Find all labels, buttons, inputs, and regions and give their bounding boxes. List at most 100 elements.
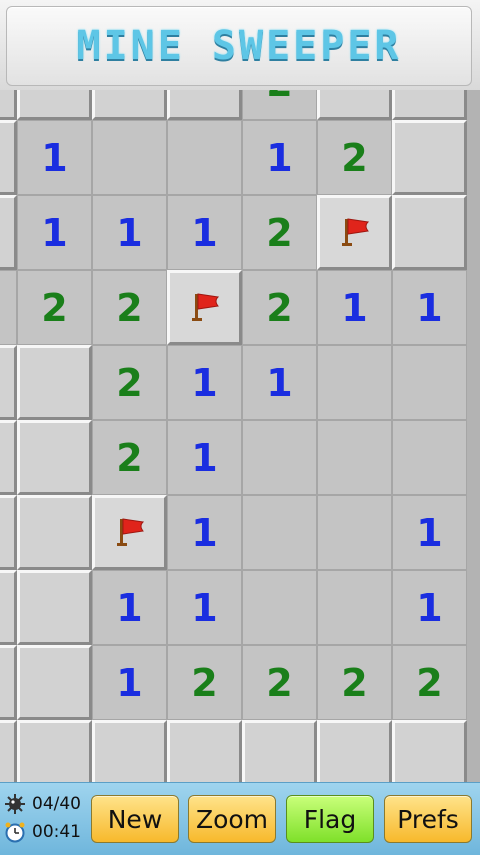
- board-cell-hidden[interactable]: [317, 90, 392, 120]
- mine-counter: 04/40: [4, 793, 81, 815]
- cell-number: 2: [266, 285, 293, 330]
- board-cell-number[interactable]: 1: [17, 120, 92, 195]
- board-cell-number[interactable]: 2: [242, 645, 317, 720]
- board-cell-hidden[interactable]: [0, 420, 17, 495]
- cell-number: 1: [116, 660, 143, 705]
- board-cell-hidden[interactable]: [17, 720, 92, 782]
- game-board[interactable]: 2112111222211211211111112222: [0, 90, 480, 782]
- cell-number: 2: [416, 660, 443, 705]
- cell-number: 1: [416, 585, 443, 630]
- cell-number: 2: [243, 90, 316, 119]
- board-cell-flagged[interactable]: [317, 195, 392, 270]
- board-cell-empty[interactable]: [317, 345, 392, 420]
- flag-mode-button[interactable]: Flag: [286, 795, 374, 843]
- board-cell-hidden[interactable]: [17, 345, 92, 420]
- board-cell-flagged[interactable]: [167, 270, 242, 345]
- board-cell-empty[interactable]: [392, 420, 467, 495]
- board-cell-flagged[interactable]: [92, 495, 167, 570]
- board-cell-empty[interactable]: [0, 270, 17, 345]
- cell-number: 1: [191, 360, 218, 405]
- cell-number: 1: [341, 285, 368, 330]
- board-cell-hidden[interactable]: [0, 495, 17, 570]
- prefs-button[interactable]: Prefs: [384, 795, 472, 843]
- board-cell-empty[interactable]: [242, 570, 317, 645]
- board-cell-hidden[interactable]: [17, 570, 92, 645]
- board-cell-hidden[interactable]: [17, 420, 92, 495]
- mine-count-text: 04/40: [32, 794, 81, 814]
- board-cell-number[interactable]: 1: [167, 495, 242, 570]
- board-cell-hidden[interactable]: [0, 720, 17, 782]
- board-cell-number[interactable]: 1: [92, 645, 167, 720]
- board-cell-number[interactable]: 1: [392, 270, 467, 345]
- board-cell-number[interactable]: 2: [317, 645, 392, 720]
- board-cell-number[interactable]: 2: [392, 645, 467, 720]
- board-cell-number[interactable]: 1: [392, 570, 467, 645]
- board-cell-number[interactable]: 1: [17, 195, 92, 270]
- board-cell-hidden[interactable]: [0, 90, 17, 120]
- board-cell-hidden[interactable]: [392, 120, 467, 195]
- board-cell-number[interactable]: 2: [92, 345, 167, 420]
- cell-number: 1: [191, 210, 218, 255]
- board-cell-number[interactable]: 1: [242, 120, 317, 195]
- board-cell-hidden[interactable]: [242, 720, 317, 782]
- cell-number: 1: [416, 510, 443, 555]
- flag-icon: [191, 292, 219, 321]
- board-cell-number[interactable]: 2: [17, 270, 92, 345]
- board-cell-number[interactable]: 2: [242, 195, 317, 270]
- board-cell-hidden[interactable]: [392, 720, 467, 782]
- zoom-button[interactable]: Zoom: [188, 795, 276, 843]
- board-cell-hidden[interactable]: [17, 645, 92, 720]
- timer: 00:41: [4, 821, 81, 843]
- board-cell-number[interactable]: 1: [392, 495, 467, 570]
- board-cell-number[interactable]: 2: [242, 270, 317, 345]
- board-cell-hidden[interactable]: [317, 720, 392, 782]
- board-cell-hidden[interactable]: [92, 720, 167, 782]
- board-cell-hidden[interactable]: [167, 720, 242, 782]
- board-cell-empty[interactable]: [317, 420, 392, 495]
- board-cell-empty[interactable]: [167, 120, 242, 195]
- cell-number: 1: [266, 360, 293, 405]
- board-cell-number[interactable]: 1: [167, 570, 242, 645]
- cell-number: 2: [41, 285, 68, 330]
- board-cell-number[interactable]: 1: [167, 420, 242, 495]
- board-cell-number[interactable]: 1: [317, 270, 392, 345]
- board-cell-hidden[interactable]: [0, 345, 17, 420]
- cell-number: 2: [266, 660, 293, 705]
- board-cell-hidden[interactable]: [17, 495, 92, 570]
- new-game-button[interactable]: New: [91, 795, 179, 843]
- board-cell-number[interactable]: 1: [242, 345, 317, 420]
- board-cell-number[interactable]: 2: [317, 120, 392, 195]
- board-cell-empty[interactable]: [242, 495, 317, 570]
- cell-number: 2: [116, 285, 143, 330]
- board-cell-empty[interactable]: [392, 345, 467, 420]
- board-cell-number[interactable]: 2: [92, 270, 167, 345]
- title-bar: MINE SWEEPER: [0, 0, 480, 91]
- board-cell-hidden[interactable]: [92, 90, 167, 120]
- board-cell-number[interactable]: 1: [92, 195, 167, 270]
- board-cell-hidden[interactable]: [392, 90, 467, 120]
- cell-number: 1: [116, 585, 143, 630]
- cell-number: 1: [191, 435, 218, 480]
- cell-number: 1: [41, 210, 68, 255]
- board-cell-hidden[interactable]: [0, 645, 17, 720]
- board-cell-hidden[interactable]: [0, 195, 17, 270]
- board-cell-number[interactable]: 2: [167, 645, 242, 720]
- board-cell-hidden[interactable]: [17, 90, 92, 120]
- board-cell-number[interactable]: 2: [242, 90, 317, 120]
- board-cell-number[interactable]: 1: [92, 570, 167, 645]
- board-cell-empty[interactable]: [92, 120, 167, 195]
- cell-number: 1: [116, 210, 143, 255]
- board-cell-empty[interactable]: [242, 420, 317, 495]
- cell-number: 1: [191, 585, 218, 630]
- bottom-toolbar: 04/40 00:41 New Zoom Flag Prefs: [0, 782, 480, 855]
- board-cell-number[interactable]: 1: [167, 195, 242, 270]
- board-cell-hidden[interactable]: [392, 195, 467, 270]
- board-cell-number[interactable]: 1: [167, 345, 242, 420]
- board-cell-empty[interactable]: [317, 495, 392, 570]
- board-cell-number[interactable]: 2: [92, 420, 167, 495]
- board-cell-empty[interactable]: [317, 570, 392, 645]
- board-cell-hidden[interactable]: [0, 120, 17, 195]
- board-cell-hidden[interactable]: [167, 90, 242, 120]
- mine-icon: [4, 793, 26, 815]
- board-cell-hidden[interactable]: [0, 570, 17, 645]
